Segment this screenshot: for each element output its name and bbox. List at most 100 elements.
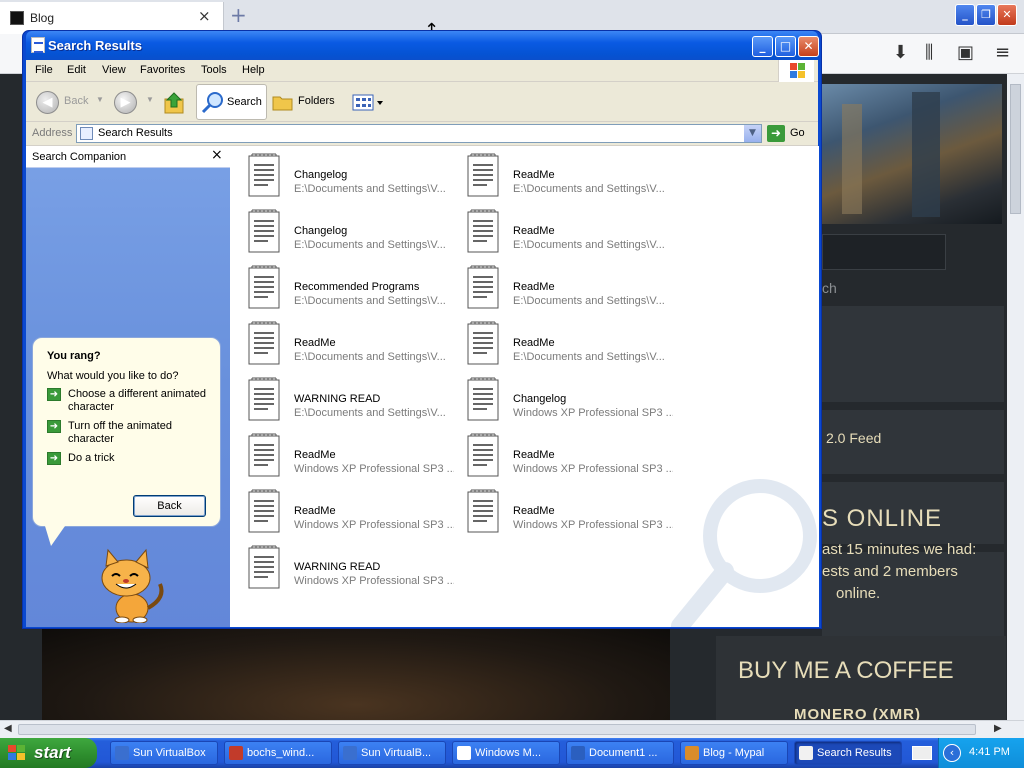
tab-close-icon[interactable]: × [198, 7, 211, 25]
address-input[interactable]: Search Results ▼ [76, 124, 762, 143]
search-companion-header: Search Companion × [26, 146, 230, 168]
window-title-bar[interactable]: Search Results _ □ ✕ [26, 31, 819, 60]
menu-file[interactable]: File [35, 64, 53, 76]
result-name: Changelog [294, 225, 348, 237]
menu-edit[interactable]: Edit [67, 64, 86, 76]
taskbar-item-virtualbox-2[interactable]: Sun VirtualB... [338, 741, 446, 765]
vertical-scroll-thumb[interactable] [1010, 84, 1021, 214]
online-line-3: online. [836, 585, 881, 602]
taskbar-item-document1[interactable]: Document1 ... [566, 741, 674, 765]
folders-label[interactable]: Folders [298, 95, 335, 107]
back-dropdown-icon[interactable]: ▼ [96, 95, 104, 104]
result-name: WARNING READ [294, 393, 381, 405]
search-label: Search [227, 96, 262, 108]
address-dropdown-icon[interactable]: ▼ [744, 125, 761, 142]
blog-search-input[interactable] [822, 234, 946, 270]
bochs-icon [229, 746, 243, 760]
taskbar-item-windows-media[interactable]: Windows M... [452, 741, 560, 765]
companion-back-button[interactable]: Back [133, 495, 206, 517]
result-name: Changelog [513, 393, 567, 405]
search-results-icon [799, 746, 813, 760]
result-name: Changelog [294, 169, 348, 181]
bubble-question: You rang? [47, 350, 101, 362]
taskbar-item-virtualbox-1[interactable]: Sun VirtualBox [110, 741, 218, 765]
browser-minimize-button[interactable]: _ [955, 4, 975, 26]
text-document-icon [467, 321, 499, 365]
search-result-item[interactable]: ReadMe E:\Documents and Settings\V... [238, 318, 456, 368]
menu-favorites[interactable]: Favorites [140, 64, 185, 76]
horizontal-scrollbar[interactable]: ◀ ▶ [0, 720, 1024, 738]
result-path: Windows XP Professional SP3 ... [294, 463, 454, 475]
browser-close-button[interactable]: ✕ [997, 4, 1017, 26]
option-do-a-trick[interactable]: ➜ Do a trick [47, 452, 206, 465]
new-tab-button[interactable]: + [230, 3, 247, 27]
up-folder-icon[interactable] [164, 91, 186, 115]
menu-help[interactable]: Help [242, 64, 265, 76]
close-button[interactable]: ✕ [798, 36, 819, 57]
menu-tools[interactable]: Tools [201, 64, 227, 76]
go-button-label[interactable]: Go [790, 127, 805, 139]
night-city-image [42, 628, 670, 724]
search-result-item[interactable]: WARNING READ Windows XP Professional SP3 … [238, 542, 456, 592]
search-result-item[interactable]: ReadMe E:\Documents and Settings\V... [457, 318, 675, 368]
folders-icon[interactable] [272, 93, 294, 111]
green-arrow-icon: ➜ [47, 452, 61, 465]
browser-restore-button[interactable]: ❐ [976, 4, 996, 26]
library-icon[interactable]: ⫼ [925, 42, 933, 63]
minimize-button[interactable]: _ [752, 36, 773, 57]
start-button[interactable]: start [0, 738, 97, 768]
result-name: ReadMe [294, 337, 336, 349]
search-button[interactable]: Search [196, 84, 267, 120]
download-icon[interactable]: ⬇ [893, 42, 908, 63]
search-result-item[interactable]: ReadMe Windows XP Professional SP3 ... [238, 430, 456, 480]
search-result-item[interactable]: Changelog E:\Documents and Settings\V... [238, 206, 456, 256]
scroll-right-icon[interactable]: ▶ [994, 723, 1002, 734]
search-result-item[interactable]: ReadMe Windows XP Professional SP3 ... [457, 430, 675, 480]
search-companion-title: Search Companion [32, 151, 127, 163]
keyboard-tray-icon[interactable] [912, 746, 932, 760]
back-label[interactable]: Back [64, 95, 88, 107]
views-icon[interactable] [352, 94, 384, 112]
text-document-icon [467, 377, 499, 421]
back-arrow-icon[interactable]: ◀ [36, 91, 59, 114]
search-companion-close-icon[interactable]: × [211, 147, 223, 163]
text-document-icon [248, 153, 280, 197]
search-result-item[interactable]: ReadMe Windows XP Professional SP3 ... [238, 486, 456, 536]
text-document-icon [467, 489, 499, 533]
search-result-item[interactable]: Recommended Programs E:\Documents and Set… [238, 262, 456, 312]
task-label: Document1 ... [589, 747, 658, 759]
taskbar-item-search-results[interactable]: Search Results [794, 741, 902, 765]
standard-toolbar: ◀ Back ▼ ▶ ▼ Search Folders [26, 82, 818, 122]
search-result-item[interactable]: Changelog Windows XP Professional SP3 ... [457, 374, 675, 424]
search-result-item[interactable]: WARNING READ E:\Documents and Settings\V.… [238, 374, 456, 424]
horizontal-scroll-thumb[interactable] [18, 724, 976, 735]
cat-assistant-icon[interactable] [86, 548, 172, 623]
go-arrow-icon[interactable]: ➜ [767, 125, 785, 142]
scroll-left-icon[interactable]: ◀ [4, 723, 12, 734]
text-document-icon [248, 545, 280, 589]
result-path: Windows XP Professional SP3 ... [513, 463, 673, 475]
search-result-item[interactable]: ReadMe E:\Documents and Settings\V... [457, 150, 675, 200]
sidebar-icon[interactable]: ▣ [957, 42, 974, 63]
search-result-item[interactable]: ReadMe E:\Documents and Settings\V... [457, 262, 675, 312]
option-choose-character[interactable]: ➜ Choose a different animated character [47, 388, 206, 414]
search-result-item[interactable]: Changelog E:\Documents and Settings\V... [238, 150, 456, 200]
taskbar-item-blog-mypal[interactable]: Blog - Mypal [680, 741, 788, 765]
text-document-icon [248, 321, 280, 365]
vertical-scrollbar[interactable] [1007, 74, 1024, 720]
forward-dropdown-icon[interactable]: ▼ [146, 95, 154, 104]
option-turn-off-character[interactable]: ➜ Turn off the animated character [47, 420, 206, 446]
task-label: Sun VirtualB... [361, 747, 432, 759]
taskbar-item-bochs[interactable]: bochs_wind... [224, 741, 332, 765]
search-result-item[interactable]: ReadMe Windows XP Professional SP3 ... [457, 486, 675, 536]
blog-search-button-label[interactable]: ch [822, 280, 837, 296]
result-path: Windows XP Professional SP3 ... [294, 519, 454, 531]
rss-feed-link[interactable]: 2.0 Feed [826, 430, 881, 446]
online-widget-title: S ONLINE [822, 505, 943, 532]
forward-arrow-icon[interactable]: ▶ [114, 91, 137, 114]
maximize-button[interactable]: □ [775, 36, 796, 57]
menu-icon[interactable]: ≡ [995, 42, 1010, 63]
tray-chevron-icon[interactable]: ‹ [943, 744, 961, 762]
search-result-item[interactable]: ReadMe E:\Documents and Settings\V... [457, 206, 675, 256]
menu-view[interactable]: View [102, 64, 126, 76]
